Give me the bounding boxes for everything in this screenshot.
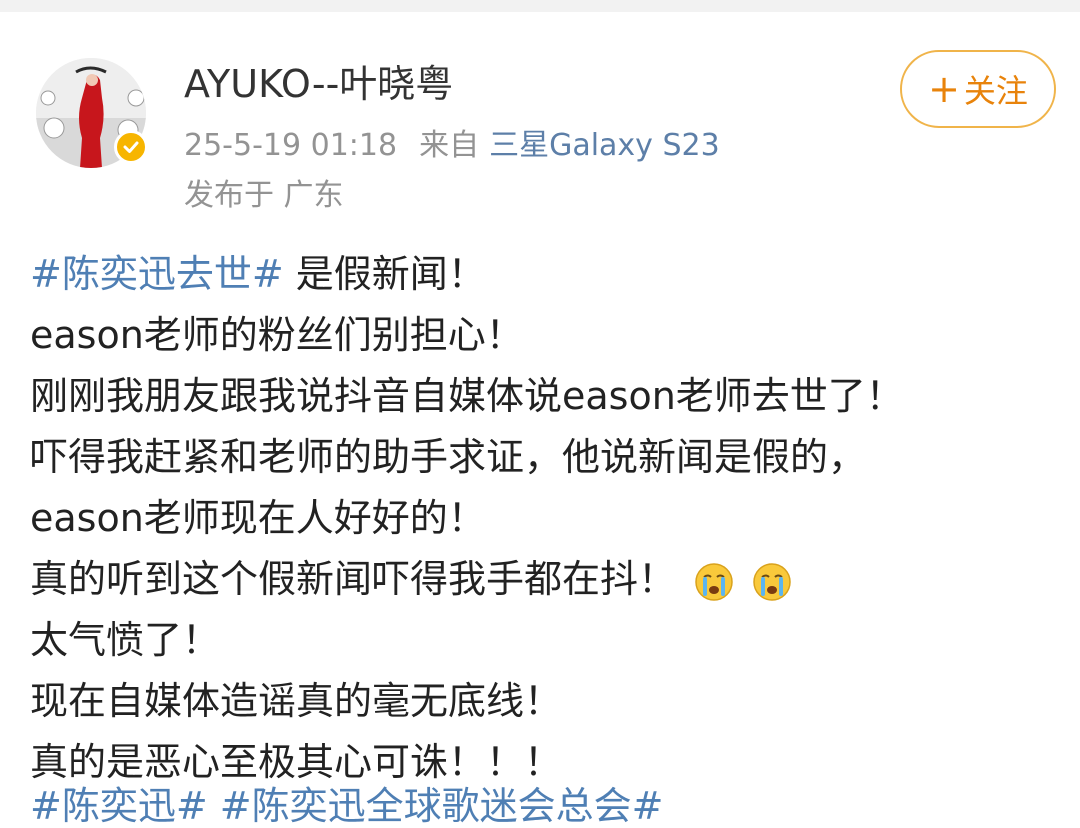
author-name[interactable]: AYUKO--叶晓粤 [184,60,453,108]
top-divider [0,0,1080,12]
hashtag-link[interactable]: #陈奕迅去世# [30,252,284,296]
verified-badge-icon [114,130,148,164]
post-line: 太气愤了！ [30,618,221,662]
post-text: 真的听到这个假新闻吓得我手都在抖！ [30,557,677,601]
post-line: 吓得我赶紧和老师的助手求证，他说新闻是假的， [30,435,867,479]
post-body: #陈奕迅去世# 是假新闻！ eason老师的粉丝们别担心！ 刚刚我朋友跟我说抖音… [30,244,1060,793]
post-location: 发布于 广东 [184,178,344,213]
post-line: eason老师的粉丝们别担心！ [30,313,524,357]
post-line: eason老师现在人好好的！ [30,496,486,540]
post-meta: 25-5-19 01:18 来自 三星Galaxy S23 [184,126,720,166]
source-device-link[interactable]: 三星Galaxy S23 [489,128,720,163]
post-line: 刚刚我朋友跟我说抖音自媒体说eason老师去世了！ [30,374,904,418]
follow-label: 关注 [963,72,1028,110]
post-line: 真的听到这个假新闻吓得我手都在抖！ [30,549,1060,610]
post-line: #陈奕迅去世# 是假新闻！ [30,244,1060,305]
source-prefix: 来自 [419,128,480,163]
crying-face-icon [753,562,791,601]
follow-button[interactable]: + 关注 [900,50,1056,128]
crying-face-icon [695,562,733,601]
post-text: 是假新闻！ [295,252,486,296]
avatar-container[interactable] [36,58,148,168]
topic-tags[interactable]: #陈奕迅# #陈奕迅全球歌迷会总会# [30,786,663,826]
post-line: 现在自媒体造谣真的毫无底线！ [30,679,563,723]
plus-icon: + [928,67,960,111]
post-timestamp: 25-5-19 01:18 [184,128,398,163]
